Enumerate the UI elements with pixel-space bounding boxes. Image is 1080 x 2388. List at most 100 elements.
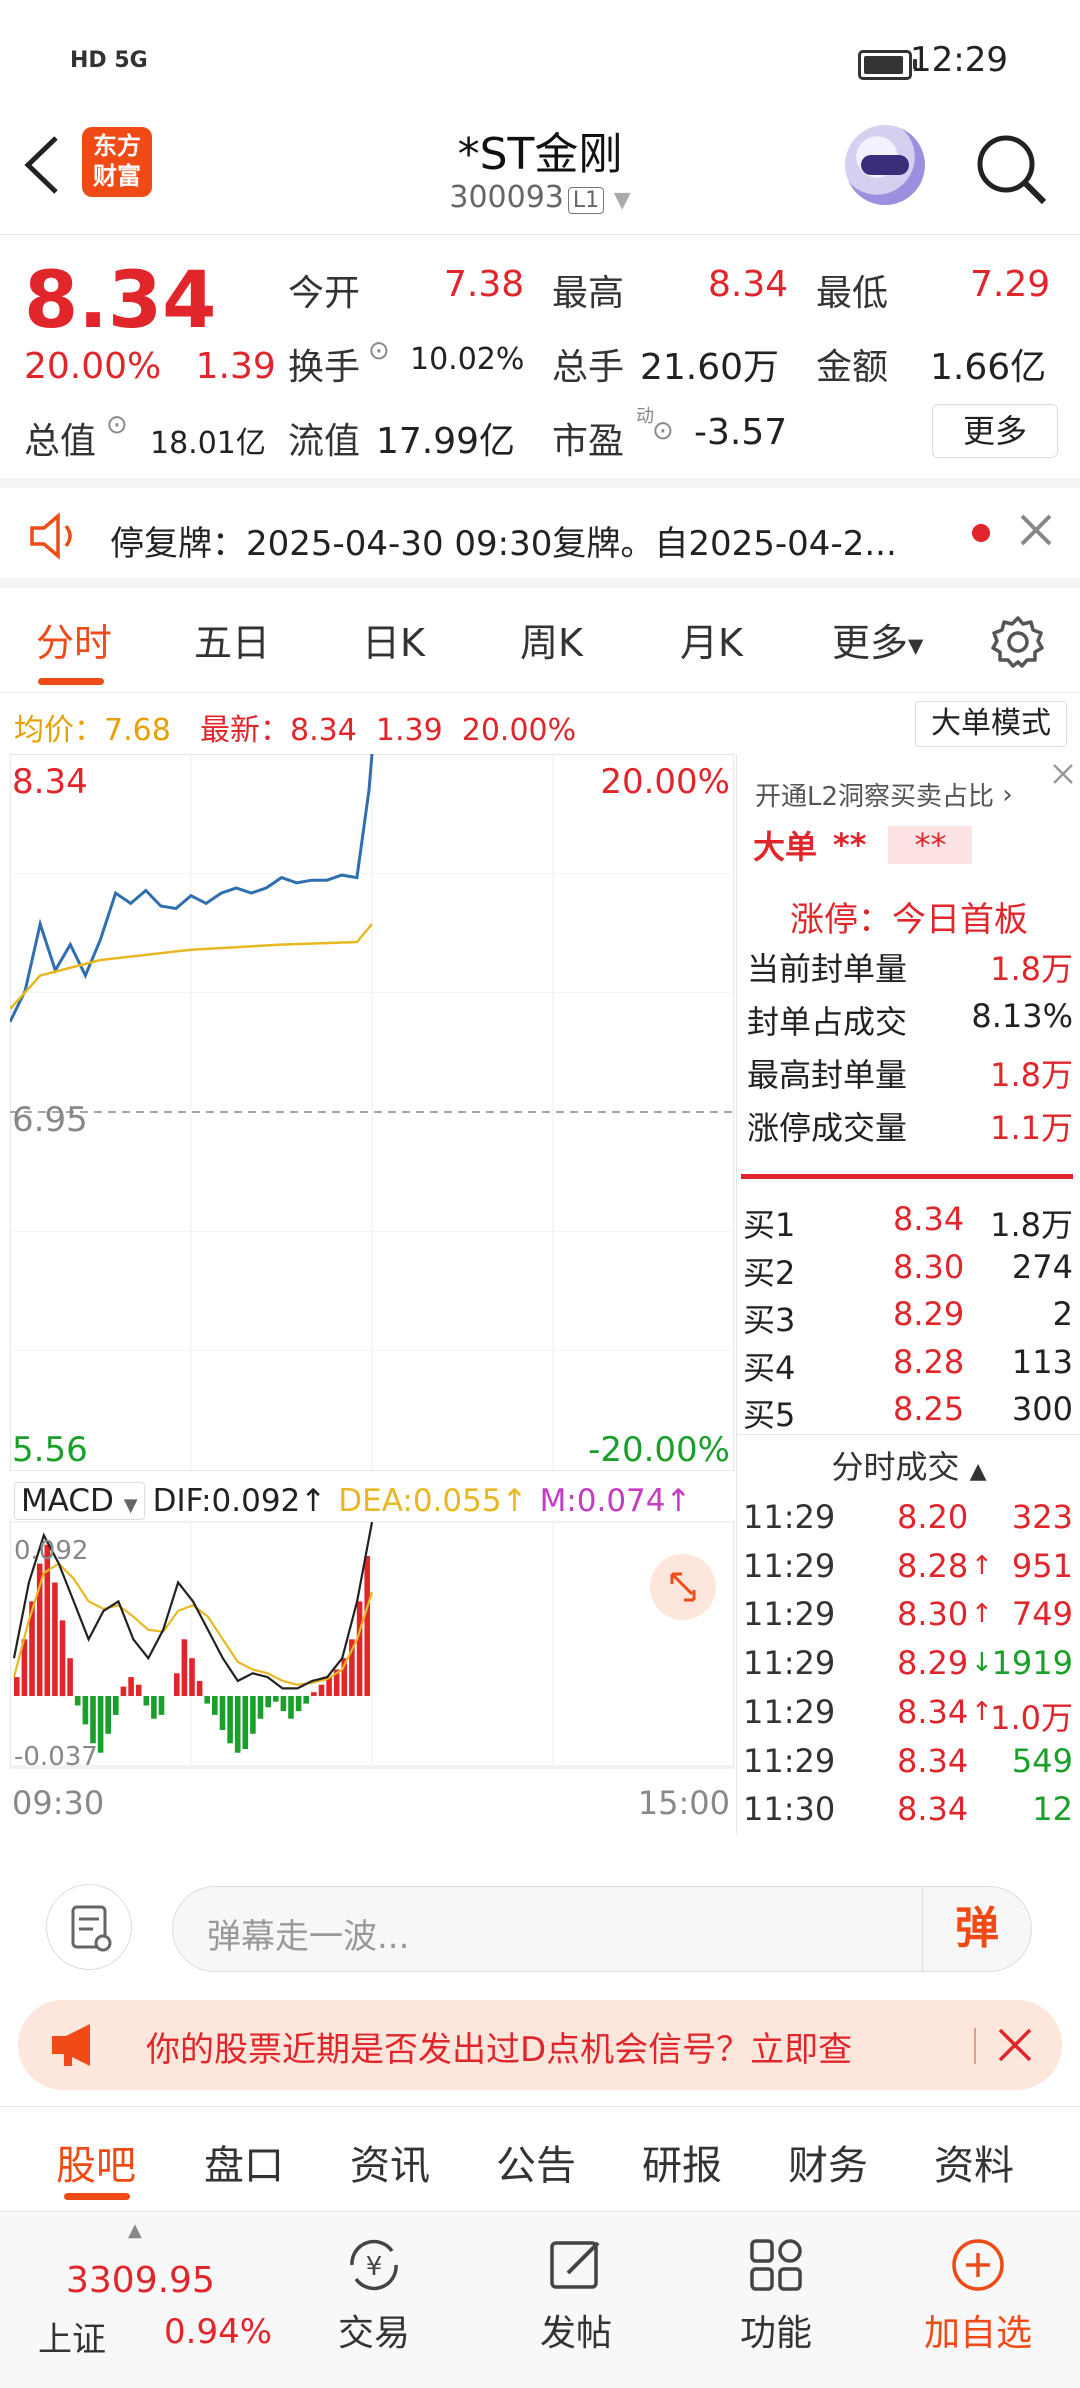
more-button[interactable]: 更多 <box>932 404 1058 458</box>
close-promo-button[interactable] <box>1049 760 1077 792</box>
macd-histogram-bar <box>143 1696 150 1706</box>
tab-weekly-k[interactable]: 周K <box>520 612 583 667</box>
active-tab-indicator <box>64 2193 130 2200</box>
intraday-chart[interactable]: 8.34 20.00% 6.95 5.56 -20.00% MACD ▼ DIF… <box>8 753 734 1834</box>
turnover-label: 换手 <box>288 347 361 388</box>
macd-histogram-bar <box>174 1673 180 1696</box>
chart-settings-button[interactable] <box>990 614 1046 674</box>
bid-row[interactable]: 买1 8.34 1.8万 <box>743 1200 1073 1244</box>
macd-histogram-bar <box>295 1696 302 1712</box>
info-icon[interactable]: ⊙ <box>106 410 128 440</box>
bid-volume: 113 <box>1011 1342 1073 1381</box>
macd-histogram-bar <box>318 1684 325 1696</box>
tab-profile[interactable]: 资料 <box>934 2133 1014 2191</box>
trade-row: 11:29 8.34 ↑ 1.0万 <box>743 1693 1073 1737</box>
bid-price: 8.30 <box>893 1247 965 1286</box>
trade-price: 8.34 <box>897 1741 969 1780</box>
trade-row: 11:29 8.20 323 <box>743 1498 1073 1542</box>
bid-price: 8.25 <box>893 1390 965 1428</box>
clock: 12:29 <box>910 40 1008 80</box>
bid-row[interactable]: 买4 8.28 113 <box>743 1343 1073 1387</box>
trade-arrow: ↑ <box>971 1599 993 1630</box>
trade-volume: 749 <box>1011 1595 1073 1634</box>
macd-histogram-bar <box>196 1680 203 1696</box>
comment-bar: 弹幕走一波... 弹 <box>0 1836 1080 1986</box>
index-ticker[interactable]: ▲ 3309.95 上证 0.94% <box>0 2212 280 2388</box>
promo-banner[interactable]: 你的股票近期是否发出过D点机会信号？立即查 <box>18 2000 1062 2090</box>
danmaku-input[interactable]: 弹幕走一波... 弹 <box>172 1886 1032 1972</box>
nav-post[interactable]: 发帖 <box>506 2212 646 2388</box>
bid-row[interactable]: 买3 8.29 2 <box>743 1295 1073 1339</box>
trade-row: 11:30 8.34 12 <box>743 1790 1073 1834</box>
sort-up-icon: ▲ <box>969 1459 987 1484</box>
grid-apps-icon <box>706 2230 846 2300</box>
info-icon[interactable]: ⊙ <box>368 336 390 366</box>
danmaku-toggle-button[interactable]: 弹 <box>922 1887 1031 1971</box>
expand-chart-button[interactable] <box>650 1554 716 1620</box>
pct-bottom-label: -20.00% <box>588 1430 730 1470</box>
trade-arrow: ↓ <box>971 1648 993 1679</box>
trade-volume: 1919 <box>991 1644 1073 1683</box>
l2-promo-link[interactable]: 开通L2洞察买卖占比 › <box>755 776 1013 813</box>
active-tab-indicator <box>38 678 104 685</box>
bid-volume: 274 <box>1011 1247 1073 1286</box>
network-indicator: HD 5G <box>70 48 148 73</box>
open-value: 7.38 <box>444 264 525 305</box>
time-end-label: 15:00 <box>637 1784 730 1822</box>
macd-histogram-bar <box>227 1696 233 1744</box>
tab-news[interactable]: 资讯 <box>350 2133 430 2191</box>
search-button[interactable] <box>972 130 1052 214</box>
time-start-label: 09:30 <box>12 1784 105 1822</box>
close-notice-button[interactable] <box>1016 510 1056 554</box>
macd-histogram-bar <box>128 1677 134 1696</box>
tab-guba[interactable]: 股吧 <box>56 2133 136 2191</box>
tab-announcements[interactable]: 公告 <box>496 2133 576 2191</box>
trade-row: 11:29 8.34 549 <box>743 1742 1073 1786</box>
trades-title[interactable]: 分时成交 ▲ <box>737 1442 1080 1488</box>
macd-selector[interactable]: MACD ▼ <box>14 1482 145 1520</box>
bid-row[interactable]: 买2 8.30 274 <box>743 1248 1073 1292</box>
limit-stat-label: 当前封单量 <box>747 950 908 988</box>
volume-value: 21.60万 <box>640 347 780 388</box>
trade-volume: 951 <box>1011 1546 1073 1585</box>
change-value: 1.39 <box>195 346 276 387</box>
tab-daily-k[interactable]: 日K <box>362 612 425 667</box>
bid-volume: 2 <box>1052 1295 1073 1333</box>
divider <box>741 1174 1073 1179</box>
index-pct: 0.94% <box>164 2312 273 2352</box>
tab-intraday[interactable]: 分时 <box>36 612 112 667</box>
nav-functions-label: 功能 <box>739 2313 812 2354</box>
danmaku-placeholder: 弹幕走一波... <box>207 1917 410 1957</box>
turnover-value: 10.02% <box>410 342 525 377</box>
tab-research[interactable]: 研报 <box>642 2133 722 2191</box>
tab-monthly-k[interactable]: 月K <box>680 612 743 667</box>
dif-value: DIF:0.092↑ <box>152 1483 327 1519</box>
macd-histogram-bar <box>280 1696 287 1712</box>
macd-histogram-bar <box>113 1696 119 1715</box>
macd-histogram-bar <box>44 1544 51 1696</box>
big-order-mode-button[interactable]: 大单模式 <box>915 701 1067 747</box>
nav-add-watchlist[interactable]: 加自选 <box>908 2212 1048 2388</box>
info-icon[interactable]: ⊙ <box>652 416 674 446</box>
bid-row[interactable]: 买5 8.25 300 <box>743 1390 1073 1434</box>
tab-pankou[interactable]: 盘口 <box>204 2133 284 2191</box>
danmaku-settings-button[interactable] <box>46 1884 132 1970</box>
trade-volume: 549 <box>1011 1741 1073 1780</box>
limit-stat-label: 封单占成交 <box>747 1003 908 1041</box>
nav-trade[interactable]: ¥ 交易 <box>304 2212 444 2388</box>
macd-histogram-bar <box>59 1620 66 1697</box>
float-cap-label: 流值 <box>288 421 361 462</box>
tab-more[interactable]: 更多▼ <box>832 612 923 667</box>
close-banner-button[interactable] <box>994 2024 1036 2070</box>
close-icon <box>1053 764 1073 784</box>
notice-text: 停复牌：2025-04-30 09:30复牌。自2025-04-2... <box>110 524 897 564</box>
tab-five-day[interactable]: 五日 <box>194 612 270 667</box>
assistant-robot-icon[interactable] <box>845 125 925 205</box>
svg-text:¥: ¥ <box>366 2252 383 2282</box>
tab-finance[interactable]: 财务 <box>788 2133 868 2191</box>
macd-histogram-bar <box>311 1692 317 1696</box>
notice-bar[interactable]: 停复牌：2025-04-30 09:30复牌。自2025-04-2... <box>0 478 1080 588</box>
mid-price-label: 6.95 <box>12 1100 88 1140</box>
trade-volume: 1.0万 <box>990 1698 1073 1737</box>
nav-functions[interactable]: 功能 <box>706 2212 846 2388</box>
